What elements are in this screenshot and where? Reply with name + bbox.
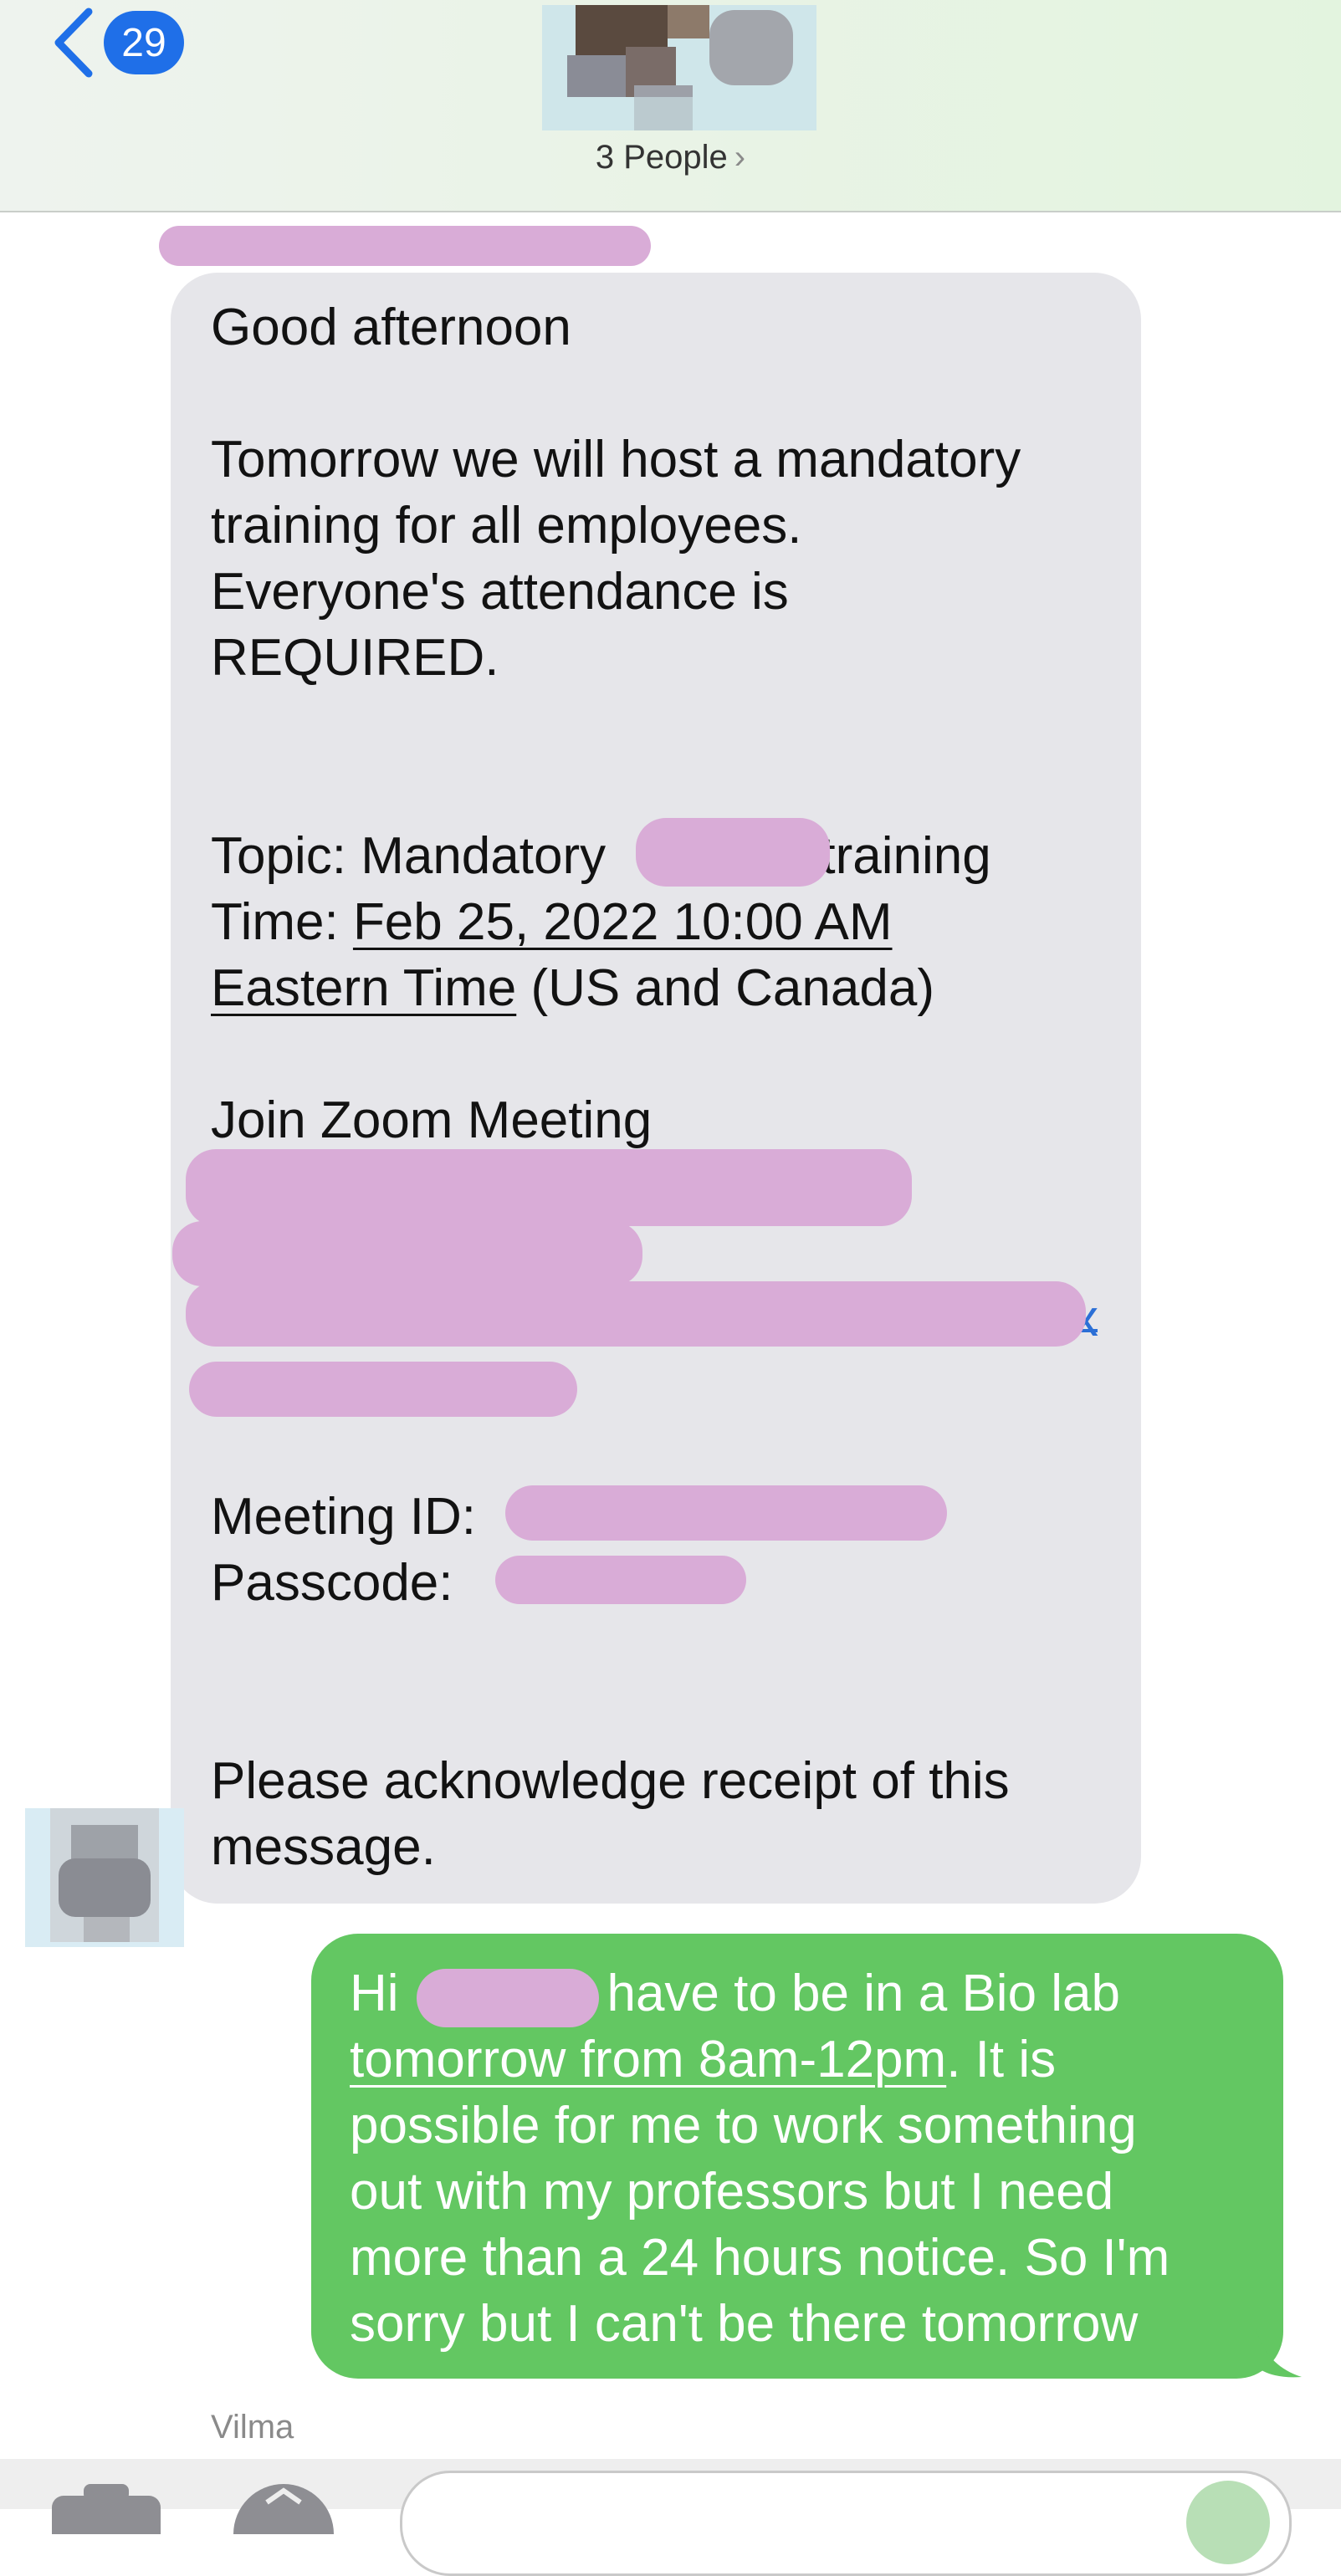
redaction-mark [189, 1362, 577, 1417]
text-line: possible for me to work something [350, 2097, 1137, 2154]
timezone-rest: (US and Canada) [516, 959, 934, 1017]
redaction-mark [505, 1485, 947, 1541]
timezone-line: Eastern Time (US and Canada) [211, 955, 1123, 1021]
timezone-link[interactable]: Eastern Time [211, 959, 516, 1017]
topic-suffix: training [821, 827, 991, 885]
chevron-right-icon: › [734, 139, 746, 176]
time-prefix: Time: [211, 893, 353, 951]
closing-line: Please acknowledge receipt of this [211, 1752, 1010, 1810]
text-line: tomorrow from 8am-12pm. It is [350, 2027, 1270, 2093]
topic-prefix: Topic: Mandatory [211, 827, 621, 885]
date-time-link[interactable]: tomorrow from 8am-12pm [350, 2031, 946, 2088]
conversation-header: 29 3 People › [0, 0, 1341, 212]
sender-avatar[interactable] [25, 1808, 184, 1947]
send-button[interactable] [1186, 2481, 1270, 2564]
closing-line: message. [211, 1818, 436, 1876]
group-avatar[interactable] [542, 5, 816, 130]
message-input-field[interactable] [400, 2471, 1292, 2576]
incoming-message-text: Good afternoon Tomorrow we will host a m… [211, 294, 1123, 1880]
text-fragment: I have to be in a Bio lab [563, 1965, 1121, 2022]
text-line: sorry but I can't be there tomorrow [350, 2295, 1139, 2353]
back-chevron-icon [54, 8, 93, 78]
redaction-mark [186, 1281, 1086, 1347]
app-store-icon[interactable] [229, 2484, 338, 2534]
date-link[interactable]: Feb 25, 2022 10:00 AM [353, 893, 893, 951]
unread-count-badge: 29 [104, 11, 184, 74]
redaction-mark [495, 1556, 746, 1604]
people-count-label: 3 People [595, 139, 728, 176]
time-line: Time: Feb 25, 2022 10:00 AM [211, 889, 1123, 955]
redaction-mark [159, 226, 651, 266]
greeting-prefix: Hi [350, 1965, 413, 2022]
text-fragment: . It is [946, 2031, 1057, 2088]
redaction-mark [636, 818, 830, 887]
text-line: Tomorrow we will host a mandatory [211, 431, 1021, 488]
redaction-mark [417, 1969, 599, 2027]
sender-name-label: Vilma [211, 2409, 294, 2446]
greeting-line: Good afternoon [211, 299, 571, 356]
text-line: Everyone's attendance is [211, 563, 789, 621]
back-button[interactable]: 29 [50, 5, 184, 80]
redaction-mark [172, 1221, 642, 1286]
text-line: REQUIRED. [211, 629, 499, 687]
conversation-participants[interactable]: 3 People › [0, 139, 1341, 176]
text-line: training for all employees. [211, 497, 802, 555]
text-line: more than a 24 hours notice. So I'm [350, 2229, 1170, 2287]
redaction-mark [186, 1149, 912, 1226]
text-line: out with my professors but I need [350, 2163, 1114, 2221]
camera-icon[interactable] [52, 2484, 161, 2534]
join-zoom-heading: Join Zoom Meeting [211, 1091, 653, 1149]
